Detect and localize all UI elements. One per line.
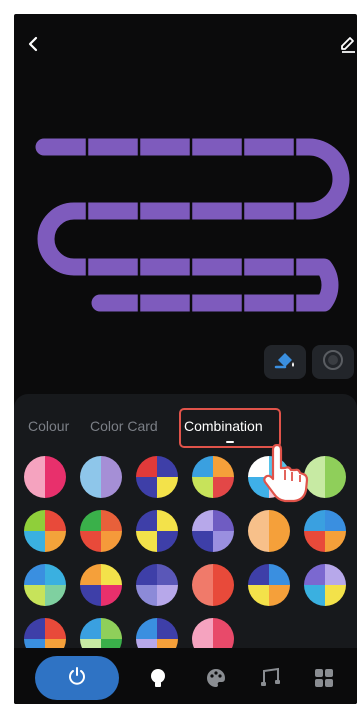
combination-swatch[interactable]	[192, 456, 234, 498]
combination-swatch[interactable]	[304, 510, 346, 552]
power-icon	[66, 665, 88, 692]
active-tab-indicator	[226, 441, 234, 443]
combination-swatch[interactable]	[192, 564, 234, 606]
combination-swatch[interactable]	[248, 510, 290, 552]
paint-bucket-button[interactable]	[264, 345, 306, 379]
bulb-icon[interactable]	[146, 666, 170, 690]
paint-bucket-icon	[273, 349, 297, 376]
combination-swatch[interactable]	[80, 456, 122, 498]
tab-color-card[interactable]: Color Card	[90, 418, 158, 434]
power-button[interactable]	[35, 656, 119, 700]
chevron-left-icon[interactable]	[24, 34, 44, 54]
pointing-hand-icon	[259, 443, 311, 504]
phone-screen: Colour Color Card Combination	[14, 14, 357, 704]
combination-swatch[interactable]	[80, 564, 122, 606]
circle-icon	[322, 349, 344, 376]
combination-swatch[interactable]	[24, 510, 66, 552]
color-panel: Colour Color Card Combination	[14, 394, 357, 660]
combination-swatch[interactable]	[136, 564, 178, 606]
combination-swatch[interactable]	[304, 564, 346, 606]
tab-colour[interactable]: Colour	[28, 418, 69, 434]
grid-icon[interactable]	[312, 666, 336, 690]
combination-swatch[interactable]	[24, 456, 66, 498]
combination-swatch[interactable]	[24, 564, 66, 606]
palette-icon[interactable]	[204, 666, 228, 690]
eraser-button[interactable]	[312, 345, 354, 379]
combination-swatch[interactable]	[248, 564, 290, 606]
combination-swatch[interactable]	[136, 510, 178, 552]
combination-swatch[interactable]	[80, 510, 122, 552]
music-icon[interactable]	[258, 666, 282, 690]
combination-swatch[interactable]	[136, 456, 178, 498]
pencil-icon[interactable]	[338, 34, 357, 54]
combination-swatch[interactable]	[192, 510, 234, 552]
